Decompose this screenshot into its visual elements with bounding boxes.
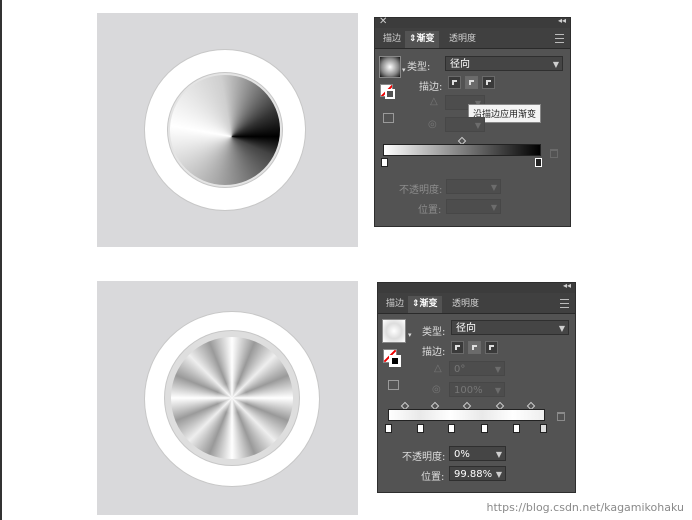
stroke-along-button[interactable] xyxy=(468,341,481,354)
chevron-down-icon: ▼ xyxy=(495,450,502,459)
opacity-select[interactable]: 0% ▼ xyxy=(449,446,506,461)
gradient-stop[interactable] xyxy=(417,424,424,433)
gradient-panel-top: ✕ ◂◂ 描边 ⇕渐变 透明度 ▾ 类型: 径向▼ 描边: △ ▼ 沿描边应用渐… xyxy=(374,16,571,227)
gradient-slider[interactable] xyxy=(388,409,545,421)
tab-gradient-label: 渐变 xyxy=(416,34,435,44)
trash-icon[interactable] xyxy=(550,149,558,158)
chevron-down-icon: ▼ xyxy=(495,470,502,479)
panel-titlebar: ✕ ◂◂ xyxy=(375,16,570,28)
tab-transparency[interactable]: 透明度 xyxy=(448,296,483,313)
opacity-label: 不透明度: xyxy=(402,452,446,463)
gradient-stop-right[interactable] xyxy=(535,158,542,167)
gradient-stop[interactable] xyxy=(481,424,488,433)
tab-gradient[interactable]: ⇕渐变 xyxy=(408,296,442,313)
position-value: 99.88% xyxy=(454,469,493,480)
gradient-thumbnail[interactable] xyxy=(379,56,401,78)
position-select[interactable]: 99.88% ▼ xyxy=(449,466,506,481)
gradient-stop[interactable] xyxy=(513,424,520,433)
watermark: https://blog.csdn.net/kagamikohaku xyxy=(486,501,684,514)
position-select[interactable]: ▼ xyxy=(446,199,501,214)
gradient-disc xyxy=(170,75,280,185)
position-label: 位置: xyxy=(421,472,445,483)
gradient-stops-icon[interactable] xyxy=(388,380,399,390)
type-value: 径向 xyxy=(456,323,476,334)
collapse-icon[interactable]: ◂◂ xyxy=(558,16,566,25)
panel-tabs: 描边 ⇕渐变 透明度 xyxy=(375,28,570,49)
gradient-stop[interactable] xyxy=(448,424,455,433)
type-value: 径向 xyxy=(450,59,470,70)
type-label: 类型: xyxy=(407,62,431,73)
collapse-icon[interactable]: ◂◂ xyxy=(563,281,571,290)
tab-gradient[interactable]: ⇕渐变 xyxy=(405,31,439,48)
angle-value: 0° xyxy=(454,364,466,375)
opacity-label: 不透明度: xyxy=(399,185,443,196)
angle-icon: △ xyxy=(434,363,442,374)
type-select[interactable]: 径向 ▼ xyxy=(451,320,569,335)
tab-stroke[interactable]: 描边 xyxy=(379,31,405,48)
preview-bottom xyxy=(97,281,358,515)
position-label: 位置: xyxy=(418,205,442,216)
aspect-select[interactable]: 100% ▼ xyxy=(449,382,505,397)
ratio-value: 100% xyxy=(454,385,483,396)
gradient-panel-bottom: ◂◂ 描边 ⇕渐变 透明度 ▾ 类型: 径向 ▼ 描边: △ 0° ▼ ◎ 100%… xyxy=(377,281,576,493)
gradient-stops-icon[interactable] xyxy=(383,113,394,123)
stroke-label: 描边: xyxy=(422,347,446,358)
chevron-down-icon: ▼ xyxy=(494,386,501,395)
chevron-down-icon: ▼ xyxy=(494,365,501,374)
gradient-stop[interactable] xyxy=(385,424,392,433)
stroke-across-button[interactable] xyxy=(485,341,498,354)
panel-menu-icon[interactable] xyxy=(560,299,569,308)
type-select[interactable]: 径向 ▼ xyxy=(445,56,563,71)
fill-stroke-icon[interactable] xyxy=(383,349,401,367)
close-icon[interactable]: ✕ xyxy=(379,16,387,27)
stroke-along-button[interactable] xyxy=(465,76,478,89)
gradient-stop-selected[interactable] xyxy=(540,424,547,433)
type-label: 类型: xyxy=(422,327,446,338)
chevron-down-icon: ▼ xyxy=(558,324,565,333)
aspect-icon: ◎ xyxy=(428,119,437,130)
fill-stroke-icon[interactable] xyxy=(380,84,396,100)
panel-titlebar: ◂◂ xyxy=(378,281,575,293)
stroke-within-button[interactable] xyxy=(451,341,464,354)
panel-menu-icon[interactable] xyxy=(555,34,564,43)
opacity-select[interactable]: ▼ xyxy=(446,179,501,194)
aspect-icon: ◎ xyxy=(432,384,441,395)
opacity-value: 0% xyxy=(454,449,470,460)
gradient-slider[interactable] xyxy=(383,144,541,156)
chevron-down-icon: ▼ xyxy=(490,203,497,212)
angle-icon: △ xyxy=(430,96,438,107)
tab-stroke[interactable]: 描边 xyxy=(382,296,408,313)
swap-icon: ⇕ xyxy=(412,299,420,309)
chevron-down-icon: ▼ xyxy=(490,183,497,192)
stroke-within-button[interactable] xyxy=(448,76,461,89)
aspect-select[interactable]: ▼ xyxy=(445,117,485,132)
stroke-across-button[interactable] xyxy=(482,76,495,89)
chevron-down-icon: ▼ xyxy=(552,60,559,69)
gradient-stop-left[interactable] xyxy=(381,158,388,167)
stroke-label: 描边: xyxy=(419,82,443,93)
thumbnail-dropdown-icon[interactable]: ▾ xyxy=(408,331,412,339)
angle-select[interactable]: 0° ▼ xyxy=(449,361,505,376)
panel-tabs: 描边 ⇕渐变 透明度 xyxy=(378,293,575,314)
thumbnail-dropdown-icon[interactable]: ▾ xyxy=(402,66,406,74)
tab-transparency[interactable]: 透明度 xyxy=(445,31,480,48)
gradient-thumbnail[interactable] xyxy=(382,319,406,343)
preview-top xyxy=(97,13,358,247)
tab-gradient-label: 渐变 xyxy=(419,299,438,309)
chevron-down-icon: ▼ xyxy=(474,121,481,130)
swap-icon: ⇕ xyxy=(409,34,417,44)
left-border xyxy=(0,0,2,520)
trash-icon[interactable] xyxy=(557,412,565,421)
gradient-disc xyxy=(171,337,293,459)
